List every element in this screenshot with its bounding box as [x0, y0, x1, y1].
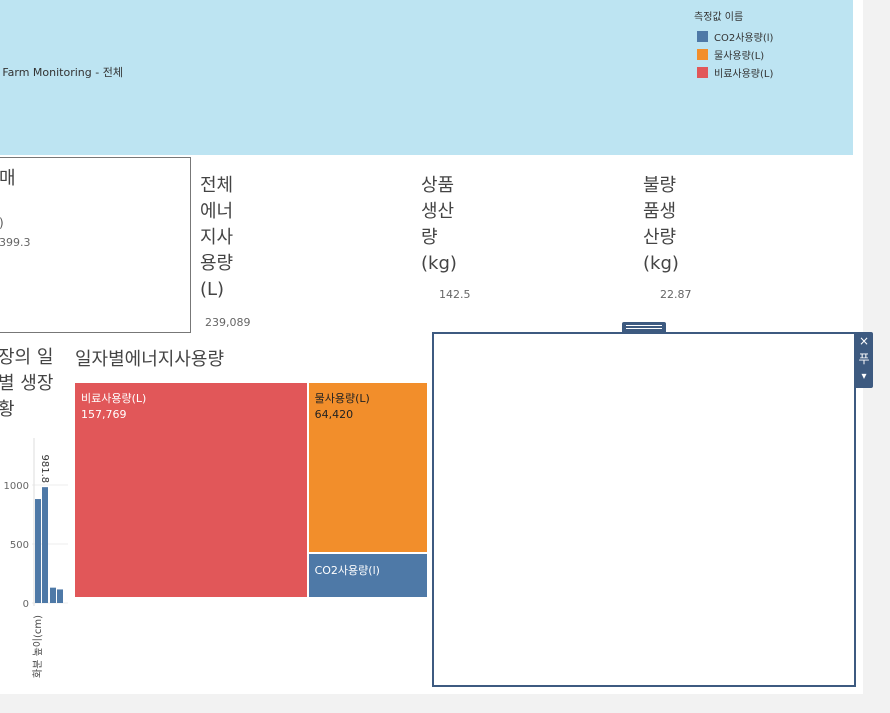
- legend-item-co2[interactable]: CO2사용량(l): [694, 27, 773, 45]
- treemap-label: 비료사용량(L) 157,769: [81, 391, 146, 423]
- kpi-total-energy-title: 전체 에너 지사 용량 (L): [200, 173, 233, 303]
- legend-label-water: 물사용량(L): [714, 50, 765, 62]
- legend-swatch-water: [697, 48, 708, 60]
- pin-icon[interactable]: 푸: [855, 350, 873, 368]
- treemap-label: CO2사용량(l): [315, 563, 380, 579]
- card-value: 399.3: [0, 236, 31, 249]
- growth-bar-chart: 0 500 1000 981.8 화분 높이(cm): [4, 438, 68, 678]
- legend-item-water[interactable]: 물사용량(L): [694, 45, 773, 63]
- kpi-product-output-title: 상품 생산 량 (kg): [421, 173, 457, 277]
- kpi-product-output-value: 142.5: [439, 288, 471, 301]
- kpi-title-line: 산량: [643, 227, 677, 248]
- kpi-title-line: 생산: [421, 201, 455, 222]
- kpi-title-line: 전체: [200, 175, 234, 196]
- treemap-category: CO2사용량(l): [314, 563, 380, 577]
- growth-bar: [35, 499, 41, 603]
- color-legend: 측정값 이름 CO2사용량(l) 물사용량(L) 비료사용량(L): [694, 8, 773, 81]
- legend-title: 측정값 이름: [694, 12, 744, 23]
- kpi-title-line: 용량: [200, 253, 234, 274]
- y-tick-label: 1000: [4, 481, 29, 492]
- legend-item-fertilizer[interactable]: 비료사용량(L): [694, 63, 773, 81]
- y-tick-label: 500: [10, 540, 29, 551]
- panel-toolbar: × 푸 ▾: [855, 332, 873, 388]
- growth-title-line: 별 생장: [0, 373, 54, 394]
- legend-swatch-fertilizer: [697, 66, 708, 78]
- treemap-cell-co2[interactable]: CO2사용량(l): [307, 553, 428, 598]
- panel-drag-handle[interactable]: [622, 322, 666, 334]
- close-icon[interactable]: ×: [855, 332, 873, 350]
- kpi-title-line: 지사: [200, 227, 234, 248]
- treemap-category: 물사용량(L): [314, 392, 370, 405]
- bar-data-label: 981.8: [39, 455, 50, 484]
- growth-title-line: 장의 일: [0, 347, 54, 368]
- legend-label-co2: CO2사용량(l): [714, 32, 774, 44]
- kpi-total-energy-value: 239,089: [205, 316, 251, 329]
- kpi-title-line: 품생: [643, 201, 677, 222]
- treemap-category: 비료사용량(L): [81, 392, 147, 405]
- kpi-title-line: (kg): [643, 253, 679, 274]
- kpi-title-line: 량: [421, 227, 438, 248]
- treemap-cell-fertilizer[interactable]: 비료사용량(L) 157,769: [74, 382, 308, 598]
- floating-blank-panel[interactable]: [432, 332, 856, 687]
- growth-bar: [57, 589, 63, 603]
- growth-bar: [50, 587, 56, 603]
- card-title: 매: [0, 168, 16, 189]
- y-axis-title: 화분 높이(cm): [32, 615, 44, 678]
- growth-title-line: 황: [0, 399, 15, 420]
- treemap-title: 일자별에너지사용량: [75, 349, 225, 370]
- card-unit: ): [0, 216, 4, 230]
- treemap-value: 64,420: [314, 408, 354, 421]
- kpi-defect-output-value: 22.87: [660, 288, 692, 301]
- legend-label-fertilizer: 비료사용량(L): [714, 68, 774, 80]
- treemap-value: 157,769: [81, 408, 127, 421]
- y-tick-label: 0: [23, 599, 29, 610]
- growth-chart-title: 장의 일 별 생장 황: [0, 345, 53, 423]
- kpi-title-line: 에너: [200, 201, 234, 222]
- page-subtitle: rt Farm Monitoring - 전체: [0, 66, 123, 79]
- kpi-defect-output-title: 불량 품생 산량 (kg): [643, 173, 679, 277]
- more-options-icon[interactable]: ▾: [855, 368, 873, 386]
- kpi-title-line: (L): [200, 279, 225, 300]
- legend-swatch-co2: [697, 30, 708, 42]
- kpi-title-line: 불량: [643, 175, 677, 196]
- selected-card[interactable]: 매 ) 399.3: [0, 157, 191, 333]
- header-band: rt Farm Monitoring - 전체 측정값 이름 CO2사용량(l)…: [0, 0, 853, 155]
- treemap-label: 물사용량(L) 64,420: [315, 391, 370, 423]
- treemap-cell-water[interactable]: 물사용량(L) 64,420: [307, 382, 428, 554]
- kpi-title-line: (kg): [421, 253, 457, 274]
- kpi-title-line: 상품: [421, 175, 455, 196]
- growth-bar: [42, 487, 48, 603]
